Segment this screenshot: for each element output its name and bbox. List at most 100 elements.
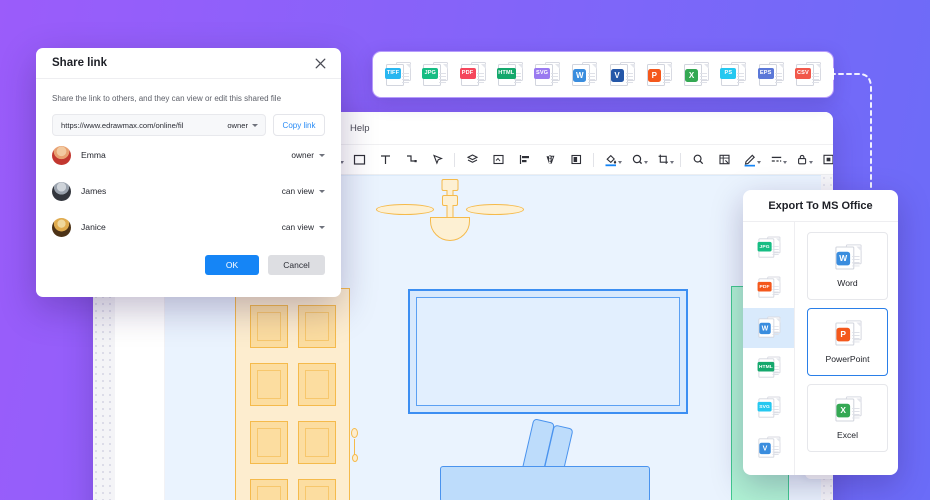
share-person-name: James	[81, 186, 107, 196]
connector-tool-button[interactable]	[398, 148, 424, 172]
rectangle-tool-button[interactable]	[346, 148, 372, 172]
file-icon-format-badge: PDF	[757, 281, 772, 292]
share-link-input[interactable]: https://www.edrawmax.com/online/fil owne…	[52, 114, 266, 136]
toolbar-separator	[454, 152, 455, 167]
fill-color-tool-button[interactable]	[598, 148, 624, 172]
w-file-icon[interactable]: W	[833, 243, 862, 272]
file-icon-corner-fold	[775, 318, 780, 323]
share-person-role-dropdown[interactable]: can view	[282, 222, 325, 232]
text-tool-button[interactable]	[372, 148, 398, 172]
file-icon-format-badge: W	[573, 68, 587, 82]
door-panel	[298, 363, 336, 406]
grid-tool-button[interactable]	[711, 148, 737, 172]
export-panel-title: Export To MS Office	[743, 190, 898, 222]
eps-file-icon[interactable]: EPS	[757, 61, 785, 89]
chevron-down-icon	[319, 153, 325, 157]
export-sidebar-item-svg[interactable]: SVG	[743, 388, 794, 428]
file-icon-lines	[772, 406, 779, 416]
file-icon-lines	[439, 72, 447, 83]
jpg-file-icon[interactable]: JPG	[421, 61, 449, 89]
share-person-role-dropdown[interactable]: owner	[291, 150, 325, 160]
shadow-tool-button[interactable]	[624, 148, 650, 172]
ceiling-fan-shape[interactable]	[376, 179, 524, 241]
file-icon-format-badge: W	[758, 322, 771, 335]
file-icon-lines	[662, 72, 670, 83]
menu-item-help[interactable]: Help	[343, 120, 377, 137]
x-file-icon[interactable]: X	[833, 395, 862, 424]
x-file-icon[interactable]: X	[682, 61, 710, 89]
v-file-icon[interactable]: V	[756, 436, 781, 461]
zoom-tool-button[interactable]	[685, 148, 711, 172]
image-frame-tool-button[interactable]	[485, 148, 511, 172]
pointer-tool-button[interactable]	[424, 148, 450, 172]
p-file-icon[interactable]: P	[833, 319, 862, 348]
door-shape[interactable]	[235, 288, 358, 500]
w-file-icon[interactable]: W	[570, 61, 598, 89]
file-icon-corner-fold	[778, 63, 784, 69]
avatar	[52, 145, 71, 165]
close-icon[interactable]	[313, 56, 328, 71]
file-icon-lines	[851, 331, 860, 343]
layers-tool-button[interactable]	[459, 148, 485, 172]
jpg-file-icon[interactable]: JPG	[756, 236, 781, 261]
ok-button[interactable]: OK	[205, 255, 259, 275]
w-file-icon[interactable]: W	[756, 316, 781, 341]
door-panel	[250, 421, 288, 464]
pdf-file-icon[interactable]: PDF	[756, 276, 781, 301]
p-file-icon[interactable]: P	[645, 61, 673, 89]
file-icon-corner-fold	[775, 358, 780, 363]
export-card-word[interactable]: W Word	[807, 232, 888, 300]
file-icon-format-badge: SVG	[534, 67, 551, 79]
line-style-tool-button[interactable]	[763, 148, 789, 172]
file-icon-format-badge: P	[835, 327, 850, 342]
copy-link-button[interactable]: Copy link	[273, 114, 325, 136]
line-color-tool-button[interactable]	[737, 148, 763, 172]
door-panel	[250, 479, 288, 500]
tiff-file-icon[interactable]: TIFF	[384, 61, 412, 89]
export-card-label: Word	[837, 278, 858, 288]
crop-tool-button[interactable]	[650, 148, 676, 172]
svg-file-icon[interactable]: SVG	[756, 396, 781, 421]
export-card-powerpoint[interactable]: P PowerPoint	[807, 308, 888, 376]
share-link-role-dropdown[interactable]: owner	[227, 121, 258, 130]
file-icon-corner-fold	[855, 322, 862, 328]
toolbar-separator	[593, 152, 594, 167]
ps-file-icon[interactable]: PS	[719, 61, 747, 89]
share-link-row: https://www.edrawmax.com/online/fil owne…	[36, 103, 341, 136]
file-icon-corner-fold	[855, 246, 862, 252]
file-icon-format-badge: JPG	[757, 241, 772, 252]
arrange-tool-button[interactable]	[563, 148, 589, 172]
cancel-button[interactable]: Cancel	[268, 255, 325, 275]
share-link-role-label: owner	[227, 120, 248, 130]
share-person-role-dropdown[interactable]: can view	[282, 186, 325, 196]
lock-tool-button[interactable]	[789, 148, 815, 172]
file-icon-format-badge: CSV	[794, 67, 811, 79]
align-tool-button[interactable]	[511, 148, 537, 172]
v-file-icon[interactable]: V	[608, 61, 636, 89]
screenshot-root: Help TIFF JPG PDF HTML SVG W V P X PS EP…	[0, 0, 930, 500]
chevron-down-icon	[252, 123, 258, 127]
file-icon-corner-fold	[775, 278, 780, 283]
pdf-file-icon[interactable]: PDF	[459, 61, 487, 89]
svg-file-icon[interactable]: SVG	[533, 61, 561, 89]
sofa-base[interactable]	[440, 466, 650, 500]
export-sidebar-item-jpg[interactable]: JPG	[743, 228, 794, 268]
export-card-excel[interactable]: X Excel	[807, 384, 888, 452]
door-knob-icon	[351, 428, 358, 438]
flip-tool-button[interactable]	[537, 148, 563, 172]
file-icon-format-badge: HTML	[496, 67, 516, 79]
export-sidebar-item-html[interactable]: HTML	[743, 348, 794, 388]
file-icon-format-badge: EPS	[757, 67, 774, 79]
html-file-icon[interactable]: HTML	[756, 356, 781, 381]
share-person-row: Janice can view	[36, 210, 341, 244]
window-screen-shape[interactable]	[408, 289, 688, 414]
html-file-icon[interactable]: HTML	[496, 61, 524, 89]
share-person-row: James can view	[36, 174, 341, 208]
export-sidebar-item-pdf[interactable]: PDF	[743, 268, 794, 308]
file-icon-format-badge: PDF	[459, 67, 476, 79]
export-sidebar-item-w[interactable]: W	[743, 308, 794, 348]
file-icon-format-badge: HTML	[757, 361, 774, 372]
file-icon-corner-fold	[704, 63, 710, 69]
export-card-list: W Word P PowerPoint X Excel	[795, 222, 898, 475]
export-sidebar-item-v[interactable]: V	[743, 428, 794, 468]
